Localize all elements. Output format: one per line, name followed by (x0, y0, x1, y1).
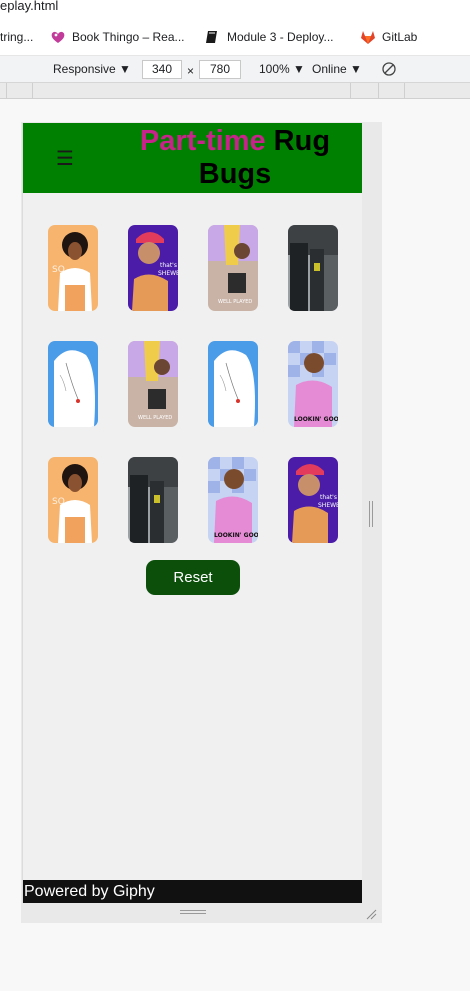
resize-right-handle[interactable] (369, 501, 375, 527)
bookmark-module-3[interactable]: Module 3 - Deploy... (205, 28, 334, 46)
zoom-select[interactable]: 100% ▼ (259, 62, 305, 76)
device-select[interactable]: Responsive ▼ (53, 62, 131, 76)
chevron-down-icon: ▼ (350, 62, 362, 76)
card-woman-afro[interactable]: SO (48, 225, 98, 311)
chevron-down-icon: ▼ (293, 62, 305, 76)
shewbiz-girl-image: that's SHEWBIZ (288, 457, 338, 543)
svg-text:that's: that's (320, 494, 337, 501)
card-street-crowd-2[interactable] (128, 457, 178, 543)
card-lookin-good-2[interactable]: LOOKIN' GOOD (208, 457, 258, 543)
svg-text:SHEWBIZ: SHEWBIZ (158, 270, 178, 277)
bookmark-label: Module 3 - Deploy... (227, 30, 334, 44)
page-title: Part-time Rug Bugs (119, 125, 351, 191)
bookmark-label: GitLab (382, 30, 418, 44)
street-crowd-image (128, 457, 178, 543)
hamburger-menu-icon[interactable]: ☰ (56, 148, 74, 168)
url-bar[interactable]: eplay.html (0, 0, 470, 18)
street-crowd-image (288, 225, 338, 311)
network-label: Online (312, 62, 347, 76)
svg-text:SHEWBIZ: SHEWBIZ (318, 502, 338, 509)
woman-afro-image: SO (48, 457, 98, 543)
app-viewport: ☰ Part-time Rug Bugs SO that's SHEWBIZ (22, 123, 362, 903)
device-label: Responsive (53, 62, 116, 76)
width-input[interactable]: 340 (142, 60, 182, 79)
svg-text:WELL PLAYED: WELL PLAYED (218, 299, 252, 305)
bookmark-book-thingo[interactable]: Book Thingo – Rea... (50, 28, 185, 46)
gitlab-icon (360, 30, 375, 44)
well-played-image: WELL PLAYED (128, 341, 178, 427)
bookmark-gitlab[interactable]: GitLab (360, 28, 417, 46)
book-icon (205, 30, 219, 44)
app-header: ☰ Part-time Rug Bugs (23, 123, 362, 193)
footer-credit: Powered by Giphy (23, 880, 362, 903)
svg-text:LOOKIN' GOOD: LOOKIN' GOOD (294, 416, 338, 423)
svg-text:that's: that's (160, 262, 177, 269)
bookmarks-bar: tring... Book Thingo – Rea... Module 3 -… (0, 18, 470, 56)
chevron-down-icon: ▼ (119, 62, 131, 76)
svg-text:WELL PLAYED: WELL PLAYED (138, 415, 172, 421)
lookin-good-image: LOOKIN' GOOD (208, 457, 258, 543)
card-well-played-2[interactable]: WELL PLAYED (128, 341, 178, 427)
well-played-image: WELL PLAYED (208, 225, 258, 311)
card-shewbiz-girl-2[interactable]: that's SHEWBIZ (288, 457, 338, 543)
card-line-drawing-2[interactable] (208, 341, 258, 427)
resize-corner-handle[interactable] (365, 905, 377, 920)
resize-bottom-handle[interactable] (180, 910, 206, 916)
card-lookin-good[interactable]: LOOKIN' GOOD (288, 341, 338, 427)
card-well-played[interactable]: WELL PLAYED (208, 225, 258, 311)
reset-button[interactable]: Reset (146, 560, 240, 595)
title-accent: Part-time (139, 125, 266, 157)
line-drawing-image (208, 341, 258, 427)
network-throttle-select[interactable]: Online ▼ (312, 62, 362, 76)
url-text: eplay.html (0, 0, 59, 13)
card-street-crowd[interactable] (288, 225, 338, 311)
dimension-times: × (187, 64, 195, 78)
bookmark-label: Book Thingo – Rea... (72, 30, 185, 44)
bookmark-1[interactable]: tring... (0, 28, 33, 46)
shewbiz-girl-image: that's SHEWBIZ (128, 225, 178, 311)
svg-text:SO: SO (52, 265, 65, 275)
media-query-ruler[interactable] (0, 83, 470, 99)
device-toolbar: Responsive ▼ 340 × 780 100% ▼ Online ▼ (0, 56, 470, 83)
card-woman-afro-2[interactable]: SO (48, 457, 98, 543)
woman-afro-image: SO (48, 225, 98, 311)
card-line-drawing[interactable] (48, 341, 98, 427)
svg-text:LOOKIN' GOOD: LOOKIN' GOOD (214, 532, 258, 539)
card-shewbiz-girl[interactable]: that's SHEWBIZ (128, 225, 178, 311)
height-input[interactable]: 780 (199, 60, 241, 79)
line-drawing-image (48, 341, 98, 427)
rotate-icon[interactable] (381, 61, 397, 80)
bookmark-label: tring... (0, 30, 34, 44)
svg-text:SO: SO (52, 497, 65, 507)
lookin-good-image: LOOKIN' GOOD (288, 341, 338, 427)
heart-chat-icon (50, 30, 65, 44)
zoom-label: 100% (259, 62, 290, 76)
